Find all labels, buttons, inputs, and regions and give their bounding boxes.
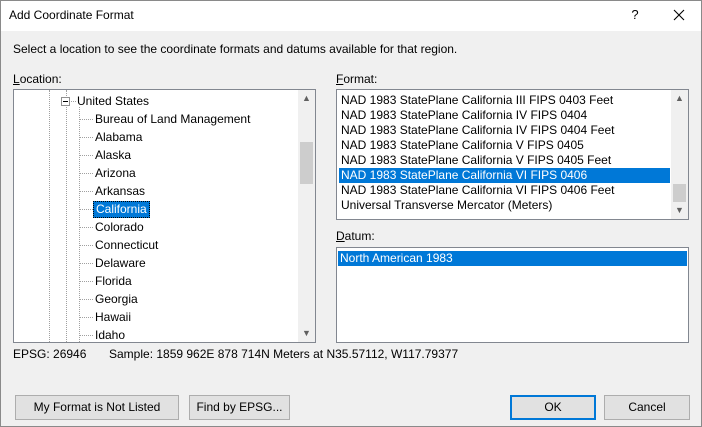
tree-node-selected[interactable]: California [93,201,150,218]
tree-connector [80,317,93,318]
location-scrollbar[interactable]: ▲ ▼ [298,90,315,342]
format-item[interactable]: NAD 1983 StatePlane California III FIPS … [339,93,615,108]
tree-connector [80,119,93,120]
add-coordinate-format-dialog: Add Coordinate Format ? Select a locatio… [0,0,702,427]
tree-node[interactable]: Arizona [93,165,138,182]
tree-node[interactable]: Delaware [93,255,148,272]
title-bar: Add Coordinate Format ? [1,1,701,31]
tree-connector [80,191,93,192]
tree-node[interactable]: Hawaii [93,309,133,326]
tree-node[interactable]: Arkansas [93,183,147,200]
format-list[interactable]: NAD 1983 StatePlane California III FIPS … [336,89,689,220]
scroll-down-arrow-icon[interactable]: ▼ [671,202,688,219]
close-button[interactable] [669,5,689,25]
format-item[interactable]: NAD 1983 StatePlane California IV FIPS 0… [339,108,589,123]
tree-guide-line [66,90,67,342]
my-format-not-listed-button[interactable]: My Format is Not Listed [15,395,179,420]
tree-connector [80,137,93,138]
format-item-selected[interactable]: NAD 1983 StatePlane California VI FIPS 0… [339,168,670,183]
scroll-thumb[interactable] [300,142,313,184]
tree-guide-line [79,107,80,342]
tree-node[interactable]: Georgia [93,291,140,308]
tree-connector [80,281,93,282]
datum-item-selected[interactable]: North American 1983 [338,251,687,266]
scroll-up-arrow-icon[interactable]: ▲ [298,90,315,107]
scroll-thumb[interactable] [673,184,686,202]
datum-label: Datum: [336,229,375,243]
tree-node[interactable]: Idaho [93,327,127,342]
epsg-code: EPSG: 26946 [13,347,87,361]
tree-guide-line [49,90,50,342]
tree-connector [80,335,93,336]
tree-node[interactable]: Colorado [93,219,146,236]
format-item[interactable]: NAD 1983 StatePlane California VI FIPS 0… [339,183,617,198]
ok-button[interactable]: OK [510,395,596,420]
tree-node[interactable]: Bureau of Land Management [93,111,252,128]
find-by-epsg-button[interactable]: Find by EPSG... [189,395,290,420]
window-title: Add Coordinate Format [9,8,134,22]
format-label: Format: [336,72,378,86]
format-item[interactable]: NAD 1983 StatePlane California IV FIPS 0… [339,123,617,138]
tree-connector [80,155,93,156]
instruction-text: Select a location to see the coordinate … [13,42,458,56]
help-button[interactable]: ? [625,5,645,25]
tree-node-united-states[interactable]: United States [75,93,151,110]
sample-coordinate: Sample: 1859 962E 878 714N Meters at N35… [109,347,459,361]
format-scrollbar[interactable]: ▲ ▼ [671,90,688,219]
tree-node[interactable]: Connecticut [93,237,160,254]
cancel-button[interactable]: Cancel [604,395,690,420]
scroll-down-arrow-icon[interactable]: ▼ [298,325,315,342]
format-item[interactable]: NAD 1983 StatePlane California V FIPS 04… [339,153,613,168]
tree-node[interactable]: Alabama [93,129,144,146]
datum-list[interactable]: North American 1983 [336,247,689,343]
tree-connector [80,299,93,300]
tree-node[interactable]: Alaska [93,147,133,164]
format-item[interactable]: Universal Transverse Mercator (Meters) [339,198,554,213]
close-icon [673,9,685,21]
tree-connector [80,245,93,246]
tree-node[interactable]: Florida [93,273,134,290]
location-tree[interactable]: United States Bureau of Land Management … [13,89,316,343]
tree-connector [80,173,93,174]
location-label: Location: [13,72,62,86]
tree-collapse-icon[interactable] [61,97,70,106]
tree-connector [80,227,93,228]
format-item[interactable]: NAD 1983 StatePlane California V FIPS 04… [339,138,586,153]
scroll-up-arrow-icon[interactable]: ▲ [671,90,688,107]
tree-connector [80,209,93,210]
tree-connector [80,263,93,264]
